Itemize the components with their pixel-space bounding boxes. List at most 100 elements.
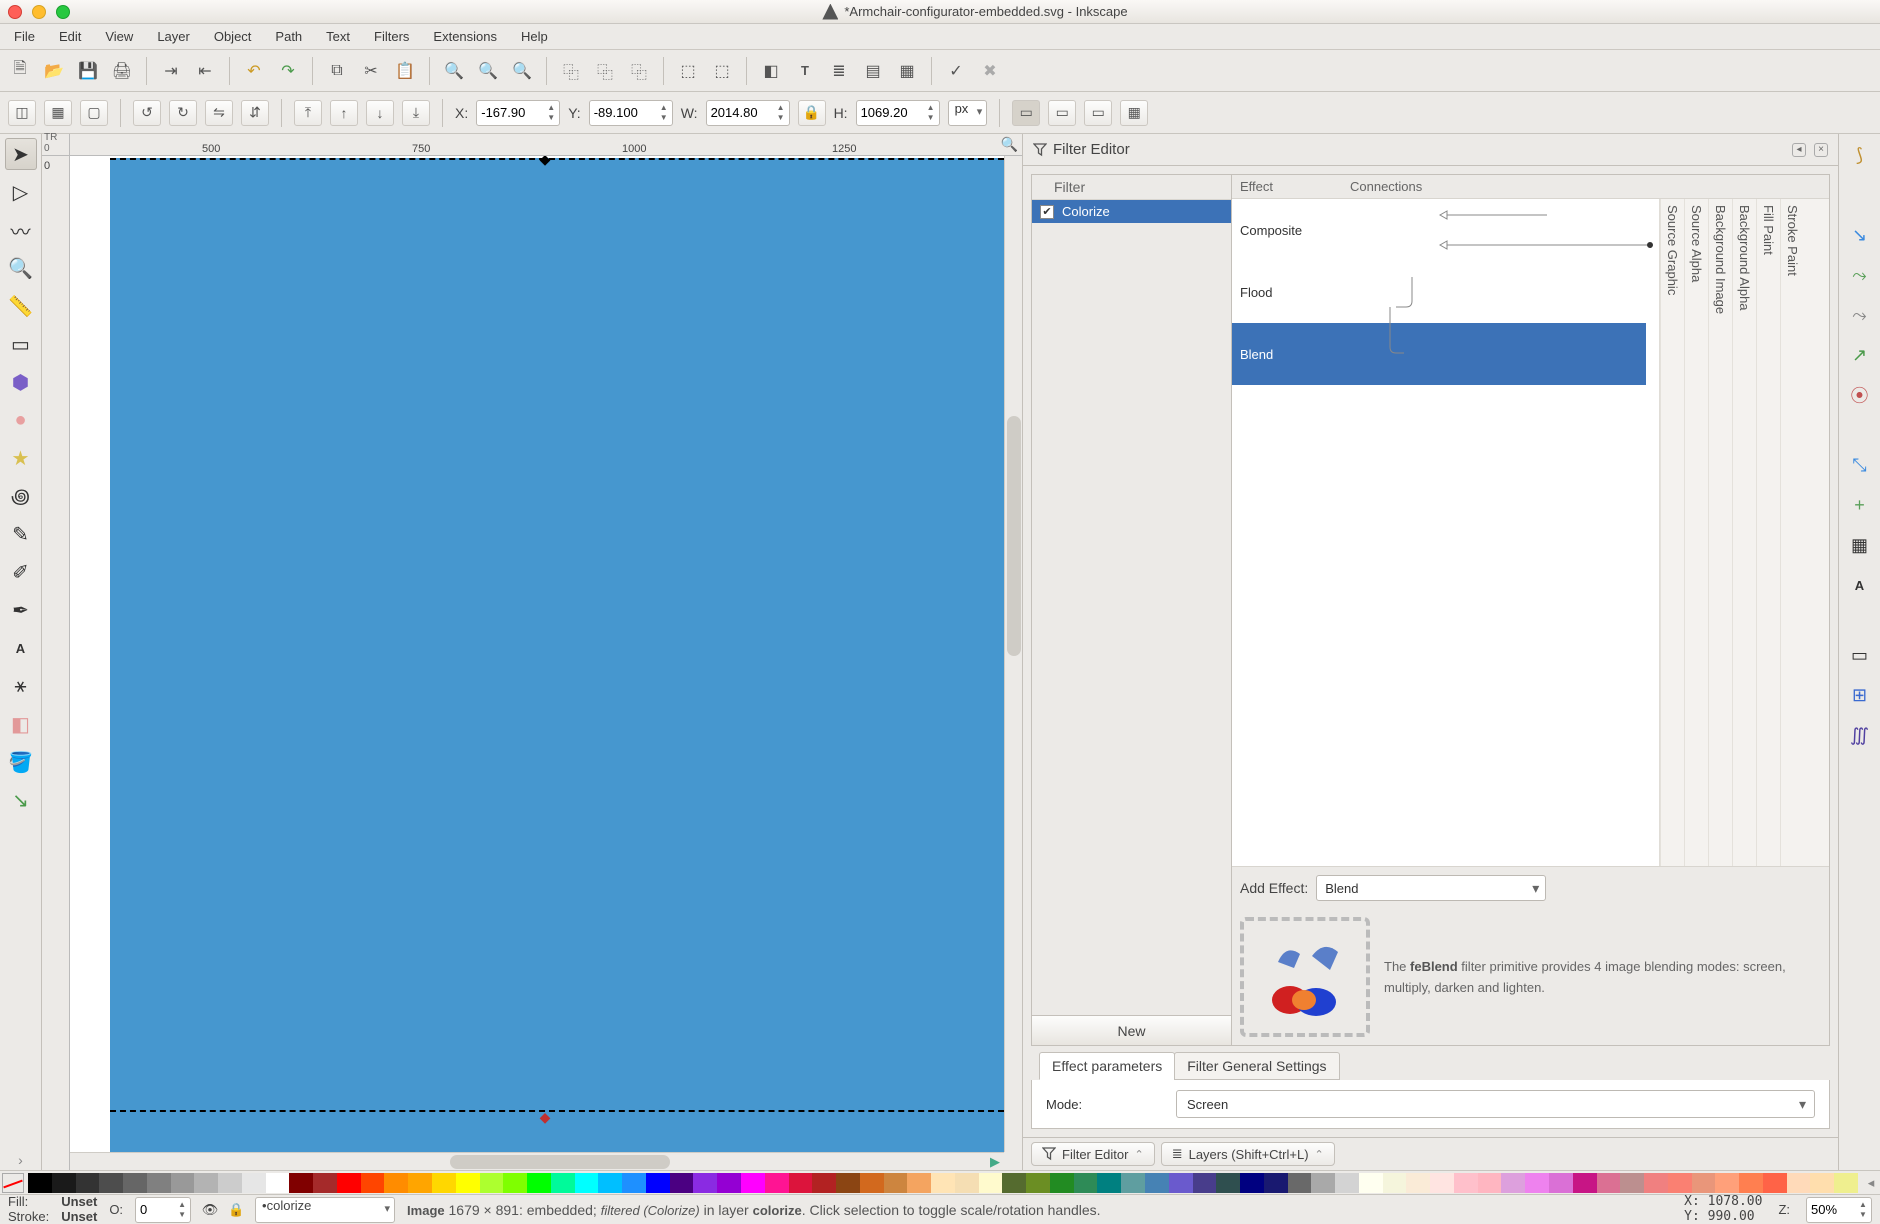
snap-text-button[interactable]: A: [1845, 570, 1875, 600]
tweak-tool[interactable]: 〰: [5, 214, 37, 246]
zoom-input[interactable]: ▲▼: [1806, 1197, 1872, 1223]
color-swatch[interactable]: [812, 1173, 836, 1193]
color-swatch[interactable]: [361, 1173, 385, 1193]
unlink-clone-button[interactable]: ⿻: [625, 57, 653, 85]
color-swatch[interactable]: [52, 1173, 76, 1193]
color-swatch[interactable]: [1216, 1173, 1240, 1193]
color-swatch[interactable]: [1240, 1173, 1264, 1193]
dock-tab-layers[interactable]: ≣ Layers (Shift+Ctrl+L)⌃: [1161, 1142, 1335, 1166]
snap-midpoint-button[interactable]: ⦿: [1845, 380, 1875, 410]
color-swatch[interactable]: [1739, 1173, 1763, 1193]
menu-extensions[interactable]: Extensions: [433, 29, 497, 44]
color-swatch[interactable]: [1050, 1173, 1074, 1193]
color-swatch[interactable]: [1454, 1173, 1478, 1193]
node-tool[interactable]: ▷: [5, 176, 37, 208]
toolbox-overflow-icon[interactable]: ›: [5, 1150, 37, 1170]
menu-edit[interactable]: Edit: [59, 29, 81, 44]
snap-nodes-button[interactable]: ⤳: [1845, 260, 1875, 290]
pencil-tool[interactable]: ✎: [5, 518, 37, 550]
lower-button[interactable]: ↓: [366, 100, 394, 126]
color-swatch[interactable]: [1074, 1173, 1098, 1193]
color-swatch[interactable]: [741, 1173, 765, 1193]
calligraphy-tool[interactable]: ✒: [5, 594, 37, 626]
import-button[interactable]: ⇥: [157, 57, 185, 85]
snap-guides-button[interactable]: ∭: [1845, 720, 1875, 750]
spray-tool[interactable]: ⚹: [5, 670, 37, 702]
color-swatch[interactable]: [1692, 1173, 1716, 1193]
menu-object[interactable]: Object: [214, 29, 252, 44]
color-swatch[interactable]: [289, 1173, 313, 1193]
color-swatch[interactable]: [1383, 1173, 1407, 1193]
snap-intersection-button[interactable]: ↗: [1845, 340, 1875, 370]
menu-filters[interactable]: Filters: [374, 29, 409, 44]
menu-view[interactable]: View: [105, 29, 133, 44]
color-swatch[interactable]: [503, 1173, 527, 1193]
layer-visibility-icon[interactable]: 👁: [203, 1203, 217, 1217]
copy-button[interactable]: ⧉: [323, 57, 351, 85]
color-swatch[interactable]: [670, 1173, 694, 1193]
document-properties-button[interactable]: ✓: [942, 57, 970, 85]
w-input[interactable]: ▲▼: [706, 100, 790, 126]
color-swatch[interactable]: [1668, 1173, 1692, 1193]
color-swatch[interactable]: [1787, 1173, 1811, 1193]
menu-layer[interactable]: Layer: [157, 29, 190, 44]
palette-menu-button[interactable]: ◂: [1862, 1175, 1880, 1191]
snap-bbox-button[interactable]: ↘: [1845, 220, 1875, 250]
color-swatch[interactable]: [384, 1173, 408, 1193]
open-button[interactable]: 📂: [40, 57, 68, 85]
color-swatch[interactable]: [598, 1173, 622, 1193]
minimize-window-button[interactable]: [32, 5, 46, 19]
color-swatch[interactable]: [1715, 1173, 1739, 1193]
export-button[interactable]: ⇤: [191, 57, 219, 85]
y-input[interactable]: ▲▼: [589, 100, 673, 126]
color-swatch[interactable]: [1644, 1173, 1668, 1193]
color-swatch[interactable]: [1311, 1173, 1335, 1193]
color-swatch[interactable]: [1335, 1173, 1359, 1193]
mode-select[interactable]: Screen: [1176, 1090, 1815, 1118]
xml-editor-button[interactable]: ≣: [825, 57, 853, 85]
color-swatch[interactable]: [1525, 1173, 1549, 1193]
color-swatch[interactable]: [1597, 1173, 1621, 1193]
color-swatch[interactable]: [1145, 1173, 1169, 1193]
fill-indicator[interactable]: Unset: [61, 1195, 97, 1209]
menu-path[interactable]: Path: [275, 29, 302, 44]
measure-tool[interactable]: 📏: [5, 290, 37, 322]
select-all-layers-button[interactable]: ◫: [8, 100, 36, 126]
color-swatch[interactable]: [1834, 1173, 1858, 1193]
color-swatch[interactable]: [1264, 1173, 1288, 1193]
snap-rotation-button[interactable]: +: [1845, 490, 1875, 520]
color-swatch[interactable]: [1359, 1173, 1383, 1193]
scale-handle-top[interactable]: ◆: [538, 156, 552, 166]
color-swatch[interactable]: [480, 1173, 504, 1193]
filter-row-colorize[interactable]: ✔ Colorize: [1032, 200, 1231, 223]
snap-grid2-button[interactable]: ⊞: [1845, 680, 1875, 710]
color-swatch[interactable]: [147, 1173, 171, 1193]
color-swatch[interactable]: [313, 1173, 337, 1193]
layer-lock-icon[interactable]: 🔒: [229, 1203, 243, 1217]
color-swatch[interactable]: [765, 1173, 789, 1193]
color-swatch[interactable]: [551, 1173, 575, 1193]
connector-tool[interactable]: ↘: [5, 784, 37, 816]
filter-enable-checkbox[interactable]: ✔: [1040, 205, 1054, 219]
redo-button[interactable]: ↷: [274, 57, 302, 85]
color-swatch[interactable]: [955, 1173, 979, 1193]
color-swatch[interactable]: [242, 1173, 266, 1193]
color-palette[interactable]: [28, 1173, 1858, 1193]
color-swatch[interactable]: [194, 1173, 218, 1193]
flip-vertical-button[interactable]: ⇵: [241, 100, 269, 126]
cut-button[interactable]: ✂: [357, 57, 385, 85]
zoom-page-button[interactable]: 🔍: [508, 57, 536, 85]
color-swatch[interactable]: [884, 1173, 908, 1193]
color-swatch[interactable]: [1478, 1173, 1502, 1193]
color-swatch[interactable]: [836, 1173, 860, 1193]
fill-stroke-button[interactable]: ◧: [757, 57, 785, 85]
color-swatch[interactable]: [1193, 1173, 1217, 1193]
spiral-tool[interactable]: ꩜: [5, 480, 37, 512]
color-swatch[interactable]: [123, 1173, 147, 1193]
color-swatch[interactable]: [28, 1173, 52, 1193]
color-swatch[interactable]: [1573, 1173, 1597, 1193]
h-input[interactable]: ▲▼: [856, 100, 940, 126]
menu-text[interactable]: Text: [326, 29, 350, 44]
color-swatch[interactable]: [76, 1173, 100, 1193]
undo-button[interactable]: ↶: [240, 57, 268, 85]
